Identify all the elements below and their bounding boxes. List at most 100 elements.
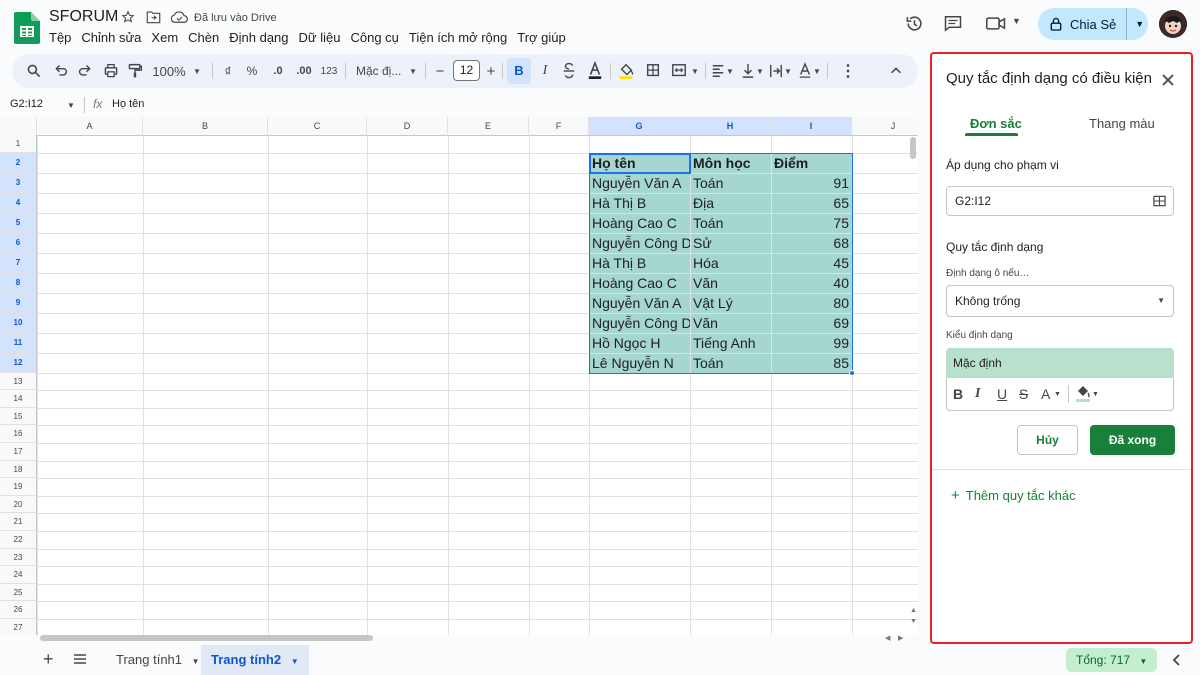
fill-color-dropdown-icon[interactable]: ▼ [1092,391,1099,398]
row-header[interactable]: 23 [0,548,37,567]
avatar[interactable] [1159,10,1187,38]
star-icon[interactable] [121,10,135,24]
row-header[interactable]: 7 [0,252,37,273]
decrease-decimal-button[interactable]: .0 [270,54,286,88]
scroll-right-icon[interactable]: ▶ [898,634,903,642]
spreadsheet-grid[interactable]: A B C D E F G H I J 1 2 3 4 5 6 7 8 9 10 11 12 13 14 15 16 17 18 19 2… [0,117,918,635]
font-dropdown-icon[interactable]: ▼ [408,54,418,88]
number-format-button[interactable]: 123 [320,54,338,88]
name-box-dropdown-icon[interactable]: ▼ [67,101,75,110]
row-header[interactable]: 16 [0,425,37,443]
video-call-icon[interactable] [986,16,1006,31]
row-header[interactable]: 20 [0,495,37,514]
undo-icon[interactable] [54,54,68,88]
sheet-tab-2[interactable]: Trang tính2 ▼ [201,645,309,675]
zoom-dropdown-icon[interactable]: ▼ [192,54,202,88]
strikethrough-icon[interactable] [562,54,576,88]
row-header[interactable]: 14 [0,390,37,408]
scroll-up-icon[interactable]: ▲ [910,607,917,614]
vertical-scrollbar[interactable] [910,137,916,159]
column-header[interactable]: C [268,117,367,136]
style-underline-icon[interactable]: U [997,386,1007,402]
font-family-select[interactable]: Mặc đị... [356,54,404,88]
scroll-down-icon[interactable]: ▼ [910,618,917,625]
row-header[interactable]: 18 [0,460,37,479]
sheet-tab-dropdown-icon[interactable]: ▼ [291,657,299,666]
menu-edit[interactable]: Chỉnh sửa [76,30,146,46]
row-header[interactable]: 5 [0,212,37,233]
scroll-left-icon[interactable]: ◀ [885,634,890,642]
menu-format[interactable]: Định dạng [224,30,293,46]
history-icon[interactable] [905,14,924,33]
collapse-toolbar-icon[interactable] [889,54,903,88]
wrap-dropdown-icon[interactable]: ▼ [784,54,792,88]
sheet-tab-dropdown-icon[interactable]: ▼ [192,657,200,666]
menu-data[interactable]: Dữ liệu [294,30,346,46]
row-header[interactable]: 8 [0,272,37,293]
decrease-font-size-button[interactable]: − [433,54,447,88]
row-header[interactable]: 13 [0,372,37,391]
close-icon[interactable] [1161,73,1175,87]
style-italic-icon[interactable]: I [975,386,980,402]
borders-icon[interactable] [645,54,661,88]
cloud-saved-icon[interactable] [171,11,188,23]
move-folder-icon[interactable] [146,10,161,24]
add-sheet-button[interactable]: + [43,649,54,670]
row-header[interactable]: 1 [0,135,37,153]
row-header[interactable]: 26 [0,601,37,619]
column-header[interactable]: J [852,117,918,136]
align-dropdown-icon[interactable]: ▼ [726,54,734,88]
row-header[interactable]: 9 [0,292,37,313]
fill-handle[interactable] [849,369,855,376]
column-header[interactable]: E [448,117,529,136]
merge-dropdown-icon[interactable]: ▼ [691,54,699,88]
row-header[interactable]: 6 [0,232,37,253]
all-sheets-icon[interactable] [73,653,87,665]
menu-tools[interactable]: Công cụ [345,30,403,46]
done-button[interactable]: Đã xong [1090,425,1175,455]
style-fill-color-icon[interactable] [1075,384,1091,402]
condition-select[interactable]: Không trống ▼ [946,285,1174,317]
column-header[interactable]: B [143,117,268,136]
text-color-icon[interactable] [587,54,603,88]
redo-icon[interactable] [78,54,92,88]
cancel-button[interactable]: Hủy [1017,425,1078,455]
select-all-corner[interactable] [0,117,37,136]
valign-dropdown-icon[interactable]: ▼ [756,54,764,88]
column-header[interactable]: F [529,117,589,136]
row-header[interactable]: 25 [0,583,37,602]
tab-single-color[interactable]: Đơn sắc [970,116,1022,131]
video-dropdown-icon[interactable]: ▼ [1012,16,1021,26]
more-options-icon[interactable]: ⋮ [840,54,856,88]
align-left-icon[interactable] [711,54,725,88]
text-color-dropdown-icon[interactable]: ▼ [1054,391,1061,398]
row-header[interactable]: 4 [0,192,37,213]
menu-view[interactable]: Xem [146,30,183,46]
row-header[interactable]: 17 [0,443,37,461]
increase-decimal-button[interactable]: .00 [295,54,313,88]
style-text-color-icon[interactable]: A [1041,386,1050,402]
horizontal-scrollbar[interactable] [40,635,373,641]
column-header[interactable]: I [771,117,852,136]
share-dropdown-icon[interactable]: ▼ [1135,19,1144,29]
sheets-logo-icon[interactable] [14,12,40,44]
fill-color-icon[interactable] [618,54,634,88]
column-header[interactable]: G [589,117,690,136]
add-rule-button[interactable]: + Thêm quy tắc khác [951,487,1076,504]
column-header[interactable]: D [367,117,448,136]
column-header[interactable]: A [37,117,143,136]
style-bold-icon[interactable]: B [953,386,963,402]
row-header[interactable]: 27 [0,619,37,635]
zoom-select[interactable]: 100% [152,54,186,88]
menu-extensions[interactable]: Tiện ích mở rộng [404,30,512,46]
tab-color-scale[interactable]: Thang màu [1089,116,1155,131]
row-header[interactable]: 11 [0,332,37,353]
increase-font-size-button[interactable]: + [484,54,498,88]
search-menus-icon[interactable] [26,54,42,88]
style-strikethrough-icon[interactable]: S [1019,386,1028,402]
formula-input[interactable]: Họ tên [112,98,144,110]
row-header[interactable]: 22 [0,531,37,549]
row-header[interactable]: 19 [0,478,37,496]
currency-format-button[interactable]: ₫ [222,54,234,88]
sheet-tab-1[interactable]: Trang tính1 ▼ [106,645,210,675]
